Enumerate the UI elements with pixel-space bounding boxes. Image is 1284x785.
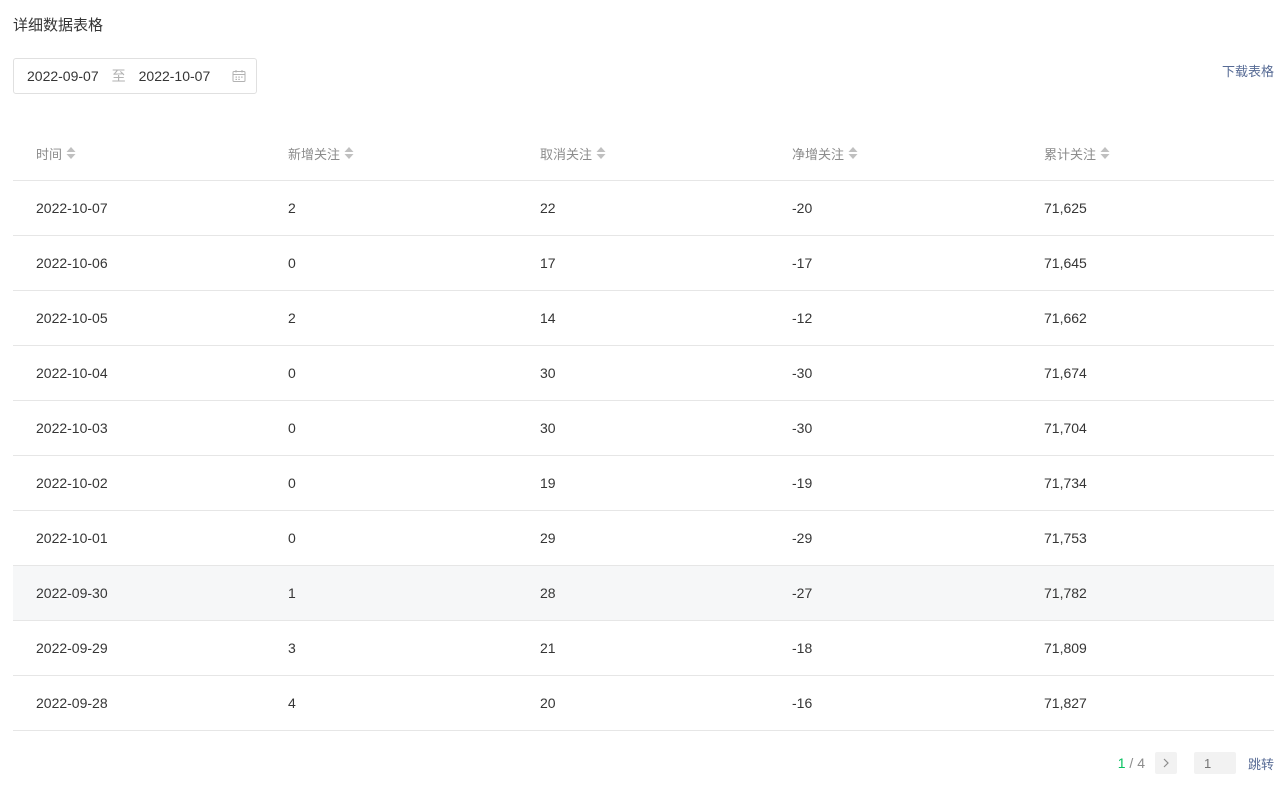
cell-total-follows: 71,782 xyxy=(1021,565,1274,621)
cell-time: 2022-10-06 xyxy=(13,235,265,291)
table-row: 2022-10-02 0 19 -19 71,734 xyxy=(13,455,1274,511)
cell-unfollows: 19 xyxy=(517,455,769,511)
cell-total-follows: 71,809 xyxy=(1021,620,1274,676)
cell-new-follows: 4 xyxy=(265,675,517,731)
cell-new-follows: 0 xyxy=(265,455,517,511)
sort-icon[interactable] xyxy=(344,146,354,160)
column-header-label: 净增关注 xyxy=(792,146,845,162)
table-row: 2022-09-28 4 20 -16 71,827 xyxy=(13,675,1274,731)
cell-total-follows: 71,645 xyxy=(1021,235,1274,291)
table-row: 2022-10-01 0 29 -29 71,753 xyxy=(13,510,1274,566)
cell-time: 2022-10-02 xyxy=(13,455,265,511)
column-header-total-follows[interactable]: 累计关注 xyxy=(1021,126,1274,181)
cell-unfollows: 20 xyxy=(517,675,769,731)
cell-total-follows: 71,662 xyxy=(1021,290,1274,346)
table-row: 2022-10-04 0 30 -30 71,674 xyxy=(13,345,1274,401)
sort-icon[interactable] xyxy=(66,146,76,160)
date-separator: 至 xyxy=(111,68,126,84)
cell-total-follows: 71,734 xyxy=(1021,455,1274,511)
pagination: 1 / 4 跳转 xyxy=(1118,751,1274,775)
end-date[interactable]: 2022-10-07 xyxy=(139,68,211,84)
cell-net-follows: -16 xyxy=(769,675,1021,731)
download-table-link[interactable]: 下载表格 xyxy=(1222,61,1274,80)
cell-net-follows: -30 xyxy=(769,345,1021,401)
cell-new-follows: 3 xyxy=(265,620,517,676)
cell-net-follows: -12 xyxy=(769,290,1021,346)
cell-time: 2022-09-30 xyxy=(13,565,265,621)
cell-unfollows: 22 xyxy=(517,180,769,236)
page-title: 详细数据表格 xyxy=(13,17,104,34)
cell-unfollows: 29 xyxy=(517,510,769,566)
cell-unfollows: 17 xyxy=(517,235,769,291)
column-header-time[interactable]: 时间 xyxy=(13,126,265,181)
jump-button[interactable]: 跳转 xyxy=(1248,754,1274,773)
column-header-inner: 时间 xyxy=(36,144,76,163)
column-header-label: 时间 xyxy=(36,146,63,162)
cell-time: 2022-10-07 xyxy=(13,180,265,236)
calendar-icon[interactable] xyxy=(232,69,246,83)
table-row: 2022-10-07 2 22 -20 71,625 xyxy=(13,180,1274,236)
cell-new-follows: 0 xyxy=(265,345,517,401)
cell-total-follows: 71,674 xyxy=(1021,345,1274,401)
cell-net-follows: -17 xyxy=(769,235,1021,291)
cell-net-follows: -18 xyxy=(769,620,1021,676)
current-page: 1 xyxy=(1117,755,1126,771)
cell-time: 2022-09-29 xyxy=(13,620,265,676)
table-row: 2022-09-29 3 21 -18 71,809 xyxy=(13,620,1274,676)
date-range-picker[interactable]: 2022-09-07 至 2022-10-07 xyxy=(13,58,257,94)
cell-time: 2022-10-04 xyxy=(13,345,265,401)
column-header-label: 累计关注 xyxy=(1044,146,1097,162)
cell-time: 2022-10-01 xyxy=(13,510,265,566)
table-row: 2022-10-05 2 14 -12 71,662 xyxy=(13,290,1274,346)
column-header-inner: 新增关注 xyxy=(288,144,354,163)
cell-unfollows: 30 xyxy=(517,345,769,401)
column-header-label: 取消关注 xyxy=(540,146,593,162)
cell-time: 2022-09-28 xyxy=(13,675,265,731)
cell-time: 2022-10-05 xyxy=(13,290,265,346)
column-header-inner: 累计关注 xyxy=(1044,144,1110,163)
table-body: 2022-10-07 2 22 -20 71,625 2022-10-06 0 17 -17 71… xyxy=(13,180,1274,731)
column-header-inner: 取消关注 xyxy=(540,144,606,163)
cell-total-follows: 71,753 xyxy=(1021,510,1274,566)
cell-new-follows: 0 xyxy=(265,400,517,456)
next-page-button[interactable] xyxy=(1154,752,1177,774)
cell-unfollows: 14 xyxy=(517,290,769,346)
start-date[interactable]: 2022-09-07 xyxy=(27,68,99,84)
cell-new-follows: 0 xyxy=(265,510,517,566)
cell-new-follows: 2 xyxy=(265,290,517,346)
cell-total-follows: 71,827 xyxy=(1021,675,1274,731)
column-header-net-follows[interactable]: 净增关注 xyxy=(769,126,1021,181)
column-header-unfollows[interactable]: 取消关注 xyxy=(517,126,769,181)
cell-net-follows: -20 xyxy=(769,180,1021,236)
page-number-input[interactable] xyxy=(1193,752,1236,774)
column-header-label: 新增关注 xyxy=(288,146,341,162)
table-row: 2022-10-06 0 17 -17 71,645 xyxy=(13,235,1274,291)
cell-unfollows: 30 xyxy=(517,400,769,456)
cell-unfollows: 21 xyxy=(517,620,769,676)
cell-time: 2022-10-03 xyxy=(13,400,265,456)
cell-net-follows: -30 xyxy=(769,400,1021,456)
column-header-inner: 净增关注 xyxy=(792,144,858,163)
sort-icon[interactable] xyxy=(1100,146,1110,160)
cell-unfollows: 28 xyxy=(517,565,769,621)
cell-net-follows: -27 xyxy=(769,565,1021,621)
table-row: 2022-10-03 0 30 -30 71,704 xyxy=(13,400,1274,456)
cell-total-follows: 71,625 xyxy=(1021,180,1274,236)
table-row: 2022-09-30 1 28 -27 71,782 xyxy=(13,565,1274,621)
sort-icon[interactable] xyxy=(596,146,606,160)
cell-new-follows: 1 xyxy=(265,565,517,621)
chevron-right-icon xyxy=(1163,758,1169,768)
total-pages: 4 xyxy=(1137,755,1145,771)
cell-net-follows: -29 xyxy=(769,510,1021,566)
data-table: 时间 新增关注 取消关注 净增关注 累计关注 2022-10-07 2 22 -20 71,62… xyxy=(13,126,1274,731)
cell-new-follows: 2 xyxy=(265,180,517,236)
cell-total-follows: 71,704 xyxy=(1021,400,1274,456)
cell-net-follows: -19 xyxy=(769,455,1021,511)
cell-new-follows: 0 xyxy=(265,235,517,291)
table-header-row: 时间 新增关注 取消关注 净增关注 累计关注 xyxy=(13,126,1274,181)
page-separator: / xyxy=(1125,755,1138,771)
sort-icon[interactable] xyxy=(848,146,858,160)
column-header-new-follows[interactable]: 新增关注 xyxy=(265,126,517,181)
